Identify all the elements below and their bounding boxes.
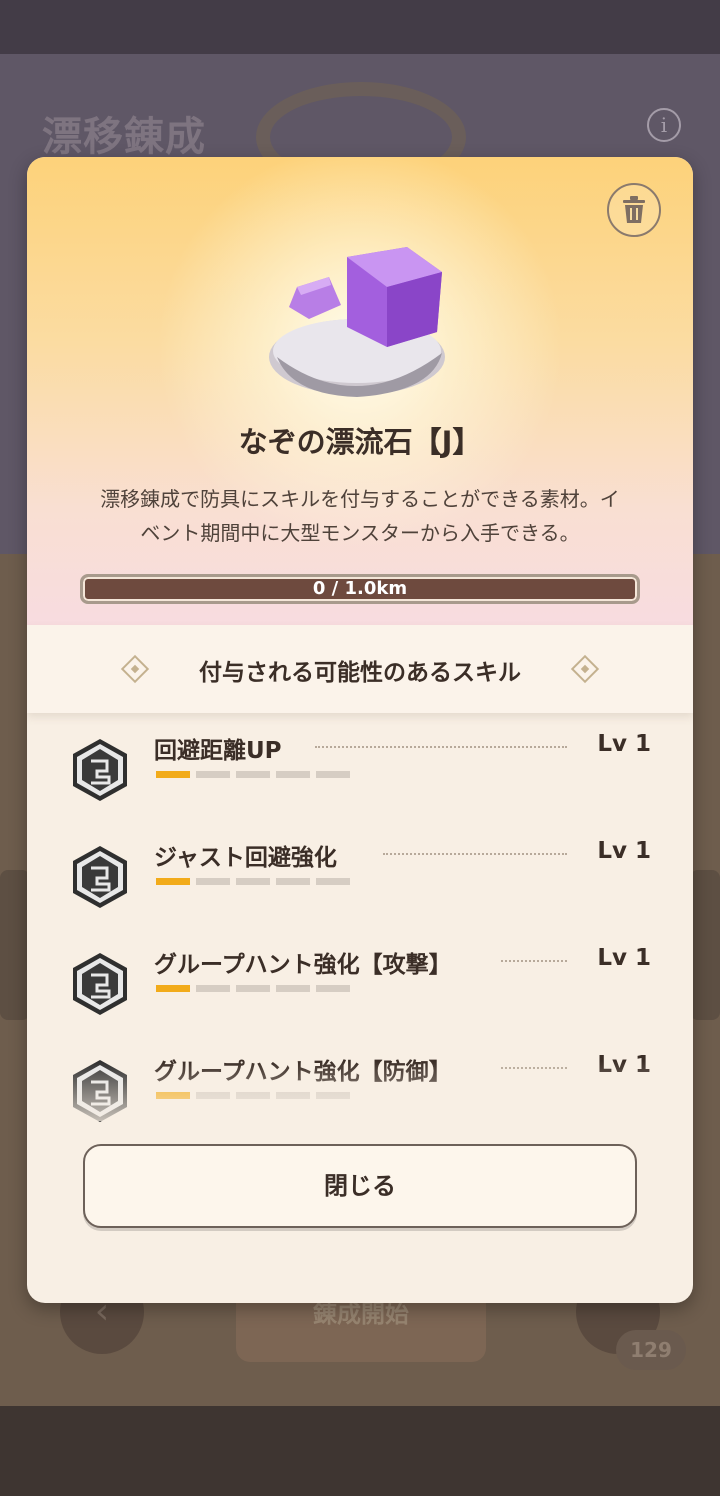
discard-button[interactable]	[607, 183, 661, 237]
leader-dots	[501, 960, 567, 962]
skill-row: 回避距離UP Lv 1	[27, 725, 693, 815]
level-segment	[156, 771, 190, 778]
skill-level-bar	[156, 985, 350, 992]
skill-badge-icon	[73, 846, 127, 908]
left-side-panel	[0, 870, 30, 1020]
level-segment	[236, 985, 270, 992]
level-segment	[156, 985, 190, 992]
level-segment	[276, 771, 310, 778]
level-segment	[196, 771, 230, 778]
trash-icon	[623, 196, 645, 223]
level-segment	[196, 985, 230, 992]
close-button[interactable]: 閉じる	[83, 1144, 637, 1228]
item-name: なぞの漂流石【J】	[238, 425, 482, 459]
skill-level-label: Lv 1	[597, 945, 651, 971]
skills-section-header: 付与される可能性のあるスキル	[27, 625, 693, 713]
skill-level-bar	[156, 771, 350, 778]
skill-badge-icon	[73, 739, 127, 801]
level-segment	[236, 878, 270, 885]
level-segment	[196, 878, 230, 885]
screen-title: 漂移錬成	[42, 114, 206, 160]
right-side-panel	[690, 870, 720, 1020]
level-segment	[276, 985, 310, 992]
item-detail-modal: なぞの漂流石【J】 漂移錬成で防具にスキルを付与することができる素材。イ ベント…	[27, 157, 693, 1303]
level-segment	[236, 771, 270, 778]
leader-dots	[383, 853, 567, 855]
list-fade-overlay	[27, 1061, 693, 1121]
level-segment	[316, 985, 350, 992]
item-count-badge: 129	[616, 1330, 686, 1370]
skill-name: グループハント強化【攻撃】	[154, 952, 452, 978]
skill-row: ジャスト回避強化 Lv 1	[27, 832, 693, 922]
level-segment	[316, 771, 350, 778]
progress-text: 0 / 1.0km	[312, 578, 408, 599]
skill-name: 回避距離UP	[154, 738, 282, 764]
leader-dots	[315, 746, 567, 748]
level-segment	[276, 878, 310, 885]
skill-level-label: Lv 1	[597, 838, 651, 864]
info-icon: i	[647, 108, 681, 142]
item-description-line1: 漂移錬成で防具にスキルを付与することができる素材。イ	[100, 487, 620, 511]
skill-name: ジャスト回避強化	[154, 845, 337, 871]
drift-stone-icon	[269, 247, 445, 397]
item-header: なぞの漂流石【J】 漂移錬成で防具にスキルを付与することができる素材。イ ベント…	[27, 157, 693, 625]
skill-level-bar	[156, 878, 350, 885]
item-description-line2: ベント期間中に大型モンスターから入手できる。	[140, 521, 580, 545]
skill-level-label: Lv 1	[597, 731, 651, 757]
skill-badge-icon	[73, 953, 127, 1015]
item-description: 漂移錬成で防具にスキルを付与することができる素材。イ ベント期間中に大型モンスタ…	[63, 482, 657, 550]
status-bar	[0, 0, 720, 54]
skill-row: グループハント強化【攻撃】 Lv 1	[27, 939, 693, 1029]
level-segment	[156, 878, 190, 885]
level-segment	[316, 878, 350, 885]
distance-progress-bar: 0 / 1.0km	[80, 574, 640, 604]
bottom-bar	[0, 1406, 720, 1496]
